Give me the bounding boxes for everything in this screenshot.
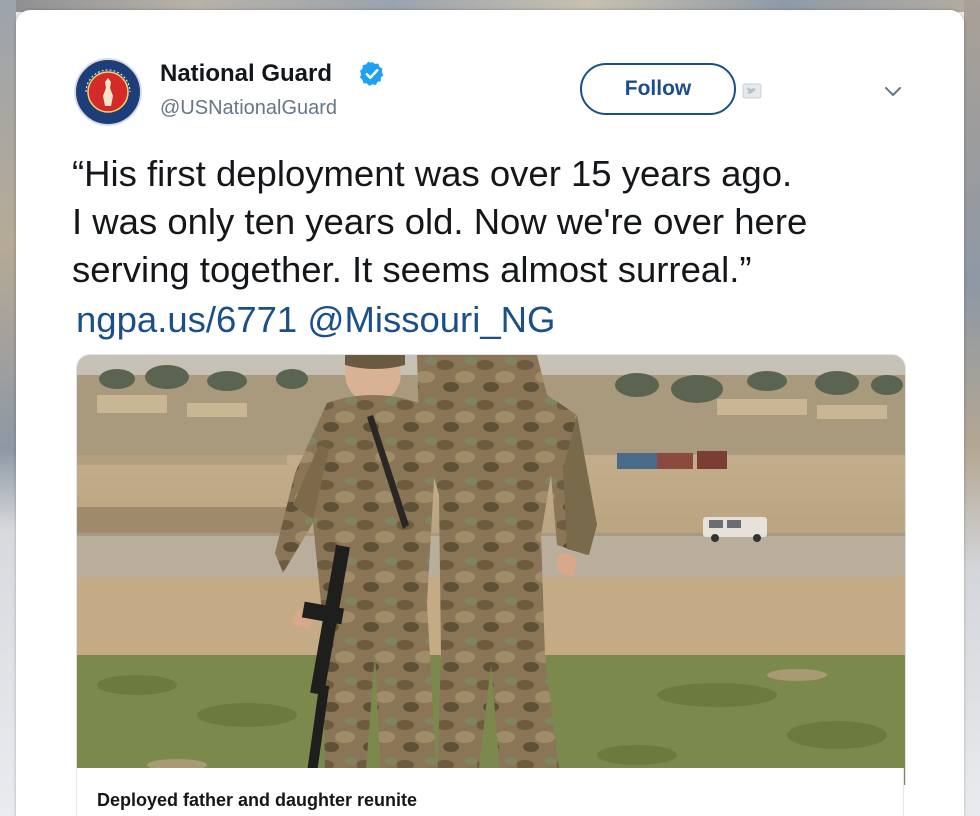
avatar[interactable] [74, 58, 142, 126]
author-name[interactable]: National Guard [160, 60, 332, 88]
background-strip-right [964, 0, 980, 816]
tweet-card: National Guard @USNationalGuard Follow “… [16, 10, 964, 816]
tweet-text-line: “His first deployment was over 15 years … [72, 153, 793, 194]
tweet-link[interactable]: ngpa.us/6771 [76, 299, 297, 340]
chevron-down-icon[interactable] [882, 80, 904, 102]
tweet-text: “His first deployment was over 15 years … [72, 150, 932, 294]
tweet-text-line: serving together. It seems almost surrea… [72, 249, 752, 290]
tweet-photo[interactable] [76, 354, 906, 785]
link-card-title[interactable]: Deployed father and daughter reunite [97, 790, 417, 811]
author-handle[interactable]: @USNationalGuard [160, 97, 337, 120]
background-strip-left [0, 0, 16, 816]
tweet-links: ngpa.us/6771 @Missouri_NG [76, 296, 555, 344]
verified-badge-icon [359, 61, 384, 86]
link-card-footer[interactable]: Deployed father and daughter reunite [76, 768, 904, 816]
twitter-logo-icon[interactable] [742, 83, 762, 99]
soldiers-photo-image [77, 355, 905, 785]
national-guard-seal-icon [78, 62, 138, 122]
tweet-text-line: I was only ten years old. Now we're over… [72, 201, 808, 242]
follow-button[interactable]: Follow [580, 63, 736, 115]
mention-link[interactable]: @Missouri_NG [307, 299, 555, 340]
